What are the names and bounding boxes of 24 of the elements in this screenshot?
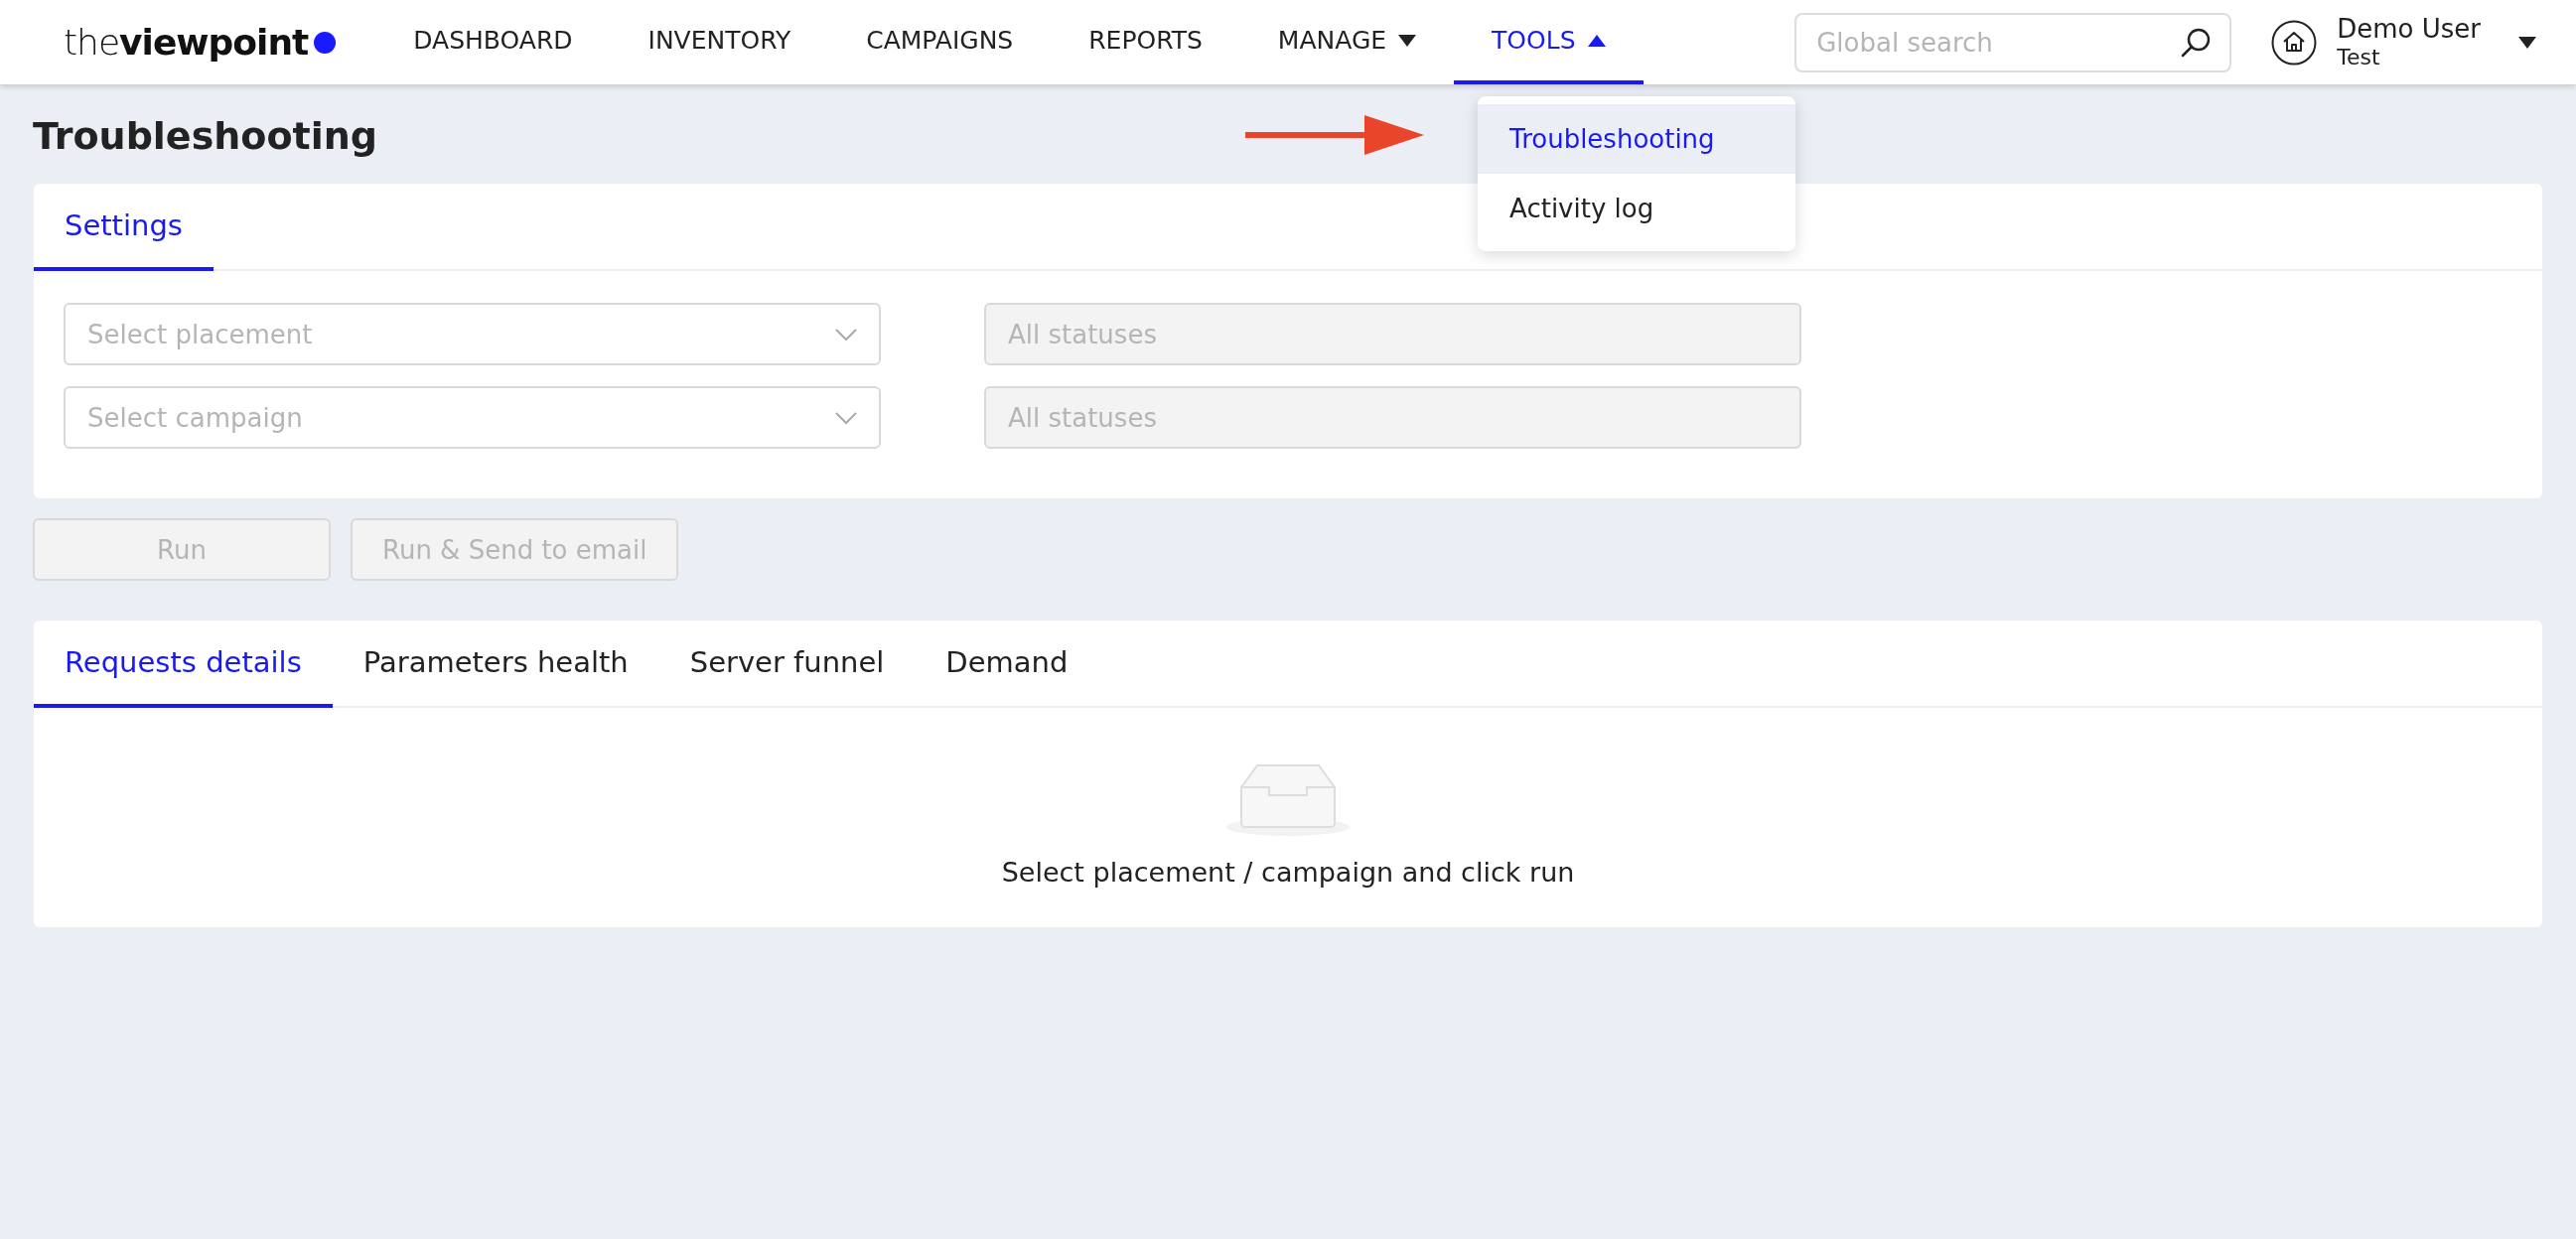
user-name[interactable]: Demo User xyxy=(2337,14,2481,45)
account-name: Test xyxy=(2337,44,2381,70)
chevron-icon xyxy=(835,410,857,425)
nav-item[interactable]: INVENTORY xyxy=(610,0,829,84)
nav-item[interactable]: MANAGE xyxy=(1239,0,1455,84)
page-title: Troubleshooting xyxy=(33,114,377,158)
nav-item[interactable]: DASHBOARD xyxy=(375,0,611,84)
logo-text[interactable]: theviewpoint xyxy=(64,22,309,63)
tab[interactable]: Server funnel xyxy=(658,620,916,708)
chevron-icon xyxy=(835,327,857,342)
search-icon xyxy=(2180,26,2213,59)
caret-icon[interactable] xyxy=(2518,36,2536,49)
menu-item[interactable]: Troubleshooting xyxy=(1478,104,1796,174)
tab[interactable]: Demand xyxy=(915,620,1099,708)
nav-item[interactable]: REPORTS xyxy=(1051,0,1240,84)
tab[interactable]: Settings xyxy=(34,184,214,271)
tab[interactable]: Parameters health xyxy=(332,620,659,708)
search-field[interactable]: Global search xyxy=(1794,12,2232,72)
tab[interactable]: Requests details xyxy=(34,620,333,708)
menu-item[interactable]: Activity log xyxy=(1478,174,1796,243)
home-icon[interactable] xyxy=(2271,19,2318,66)
empty-state-message: Select placement / campaign and click run xyxy=(1001,857,1575,888)
nav-item[interactable]: CAMPAIGNS xyxy=(828,0,1052,84)
logo-dot-icon xyxy=(314,31,337,54)
